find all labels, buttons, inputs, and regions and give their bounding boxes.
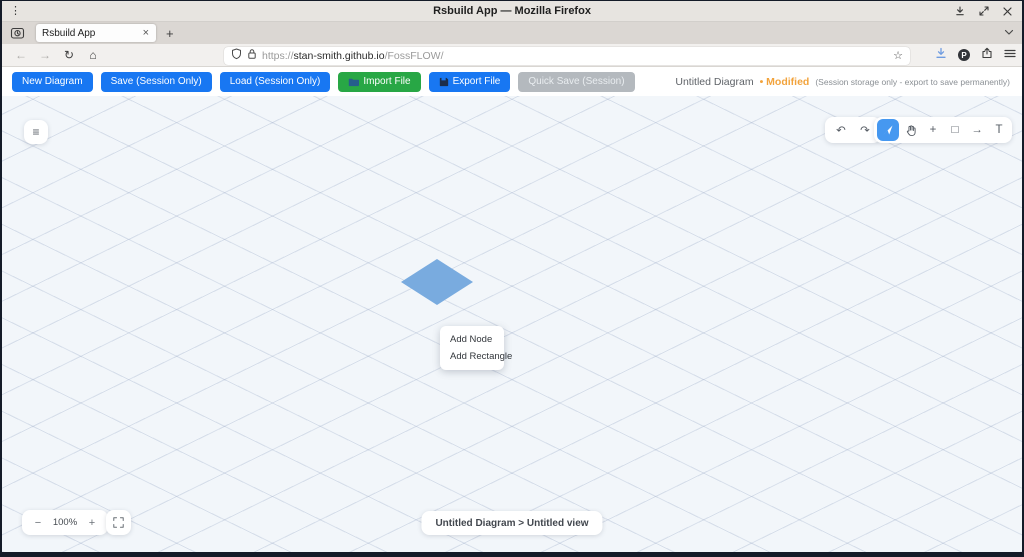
window-titlebar: ⋮ Rsbuild App — Mozilla Firefox	[2, 1, 1022, 22]
arrow-icon: →	[971, 124, 983, 136]
menu-icon: ≡	[32, 125, 39, 139]
hand-icon	[905, 124, 917, 137]
close-window-button[interactable]	[1003, 7, 1012, 16]
rectangle-tool-button[interactable]: □	[945, 120, 965, 140]
url-text: https://stan-smith.github.io/FossFLOW/	[262, 50, 888, 62]
minimize-button[interactable]	[955, 6, 965, 16]
main-menu-button[interactable]: ≡	[24, 120, 48, 144]
pan-tool-button[interactable]	[901, 120, 921, 140]
import-file-label: Import File	[363, 76, 410, 87]
export-file-label: Export File	[453, 76, 501, 87]
zoom-in-button[interactable]: +	[80, 517, 104, 529]
import-file-button[interactable]: Import File	[338, 72, 420, 92]
downloads-icon[interactable]	[935, 46, 947, 64]
tools-toolbar: + □ → T	[874, 117, 1012, 143]
tab-bar: Rsbuild App × +	[2, 22, 1022, 44]
plus-icon: +	[930, 124, 937, 136]
select-tool-button[interactable]	[877, 119, 899, 141]
redo-icon[interactable]: ↷	[855, 120, 875, 140]
diagram-status: Untitled Diagram • Modified (Session sto…	[675, 76, 1012, 88]
navigation-bar: ← → ↻ ⌂ https://stan-smith.github.io/Fos…	[2, 44, 1022, 67]
bookmark-star-icon[interactable]: ☆	[893, 49, 903, 62]
text-tool-icon: T	[995, 124, 1002, 136]
forward-icon[interactable]: →	[36, 49, 54, 61]
cursor-icon	[882, 124, 894, 136]
fullscreen-icon	[113, 517, 124, 528]
list-all-tabs-icon[interactable]	[1004, 28, 1014, 38]
session-hint: (Session storage only - export to save p…	[815, 77, 1010, 87]
new-diagram-button[interactable]: New Diagram	[12, 72, 93, 92]
fullscreen-button[interactable]	[106, 510, 131, 535]
context-menu: Add Node Add Rectangle	[440, 326, 504, 370]
window-title: Rsbuild App — Mozilla Firefox	[2, 5, 1022, 17]
lock-icon[interactable]	[247, 47, 257, 65]
history-toolbar: ↶ ↷	[825, 117, 881, 143]
url-path: /FossFLOW/	[385, 50, 444, 62]
back-icon[interactable]: ←	[12, 49, 30, 61]
app-toolbar: New Diagram Save (Session Only) Load (Se…	[2, 67, 1022, 96]
quick-save-button[interactable]: Quick Save (Session)	[518, 72, 634, 92]
diamond-node[interactable]	[401, 259, 473, 305]
tab-close-icon[interactable]: ×	[142, 28, 150, 39]
context-menu-add-node[interactable]: Add Node	[440, 331, 504, 348]
maximize-button[interactable]	[979, 6, 989, 16]
browser-window: ⋮ Rsbuild App — Mozilla Firefox	[2, 1, 1022, 552]
load-session-button[interactable]: Load (Session Only)	[220, 72, 331, 92]
folder-icon	[348, 77, 359, 87]
extension-p-icon[interactable]: P	[958, 49, 970, 61]
zoom-controls: − 100% +	[22, 510, 108, 535]
app-menu-icon[interactable]	[1004, 46, 1016, 64]
zoom-out-button[interactable]: −	[26, 517, 50, 529]
rectangle-icon: □	[952, 124, 959, 136]
export-file-button[interactable]: Export File	[429, 72, 511, 92]
firefox-view-icon[interactable]	[10, 26, 26, 40]
add-node-tool-button[interactable]: +	[923, 120, 943, 140]
shield-icon[interactable]	[231, 47, 242, 65]
tab-title: Rsbuild App	[42, 28, 142, 39]
zoom-level: 100%	[50, 517, 80, 528]
tab-rsbuild-app[interactable]: Rsbuild App ×	[36, 24, 156, 42]
undo-icon[interactable]: ↶	[831, 120, 851, 140]
url-host: stan-smith.github.io	[294, 50, 385, 62]
share-panel-icon[interactable]	[981, 46, 993, 64]
new-tab-button[interactable]: +	[166, 27, 174, 40]
context-menu-add-rectangle[interactable]: Add Rectangle	[440, 348, 504, 365]
url-bar[interactable]: https://stan-smith.github.io/FossFLOW/ ☆	[224, 47, 910, 65]
breadcrumb[interactable]: Untitled Diagram > Untitled view	[421, 511, 602, 535]
connector-tool-button[interactable]: →	[967, 120, 987, 140]
floppy-disk-icon	[439, 77, 449, 87]
home-icon[interactable]: ⌂	[84, 49, 102, 61]
save-session-button[interactable]: Save (Session Only)	[101, 72, 212, 92]
reload-icon[interactable]: ↻	[60, 49, 78, 61]
diagram-canvas[interactable]: ≡ ↶ ↷ + □ → T Add Node Add Rectan	[2, 96, 1022, 552]
modified-badge: • Modified	[760, 76, 810, 88]
url-scheme: https://	[262, 50, 294, 62]
text-tool-button[interactable]: T	[989, 120, 1009, 140]
diagram-name: Untitled Diagram	[675, 76, 753, 88]
